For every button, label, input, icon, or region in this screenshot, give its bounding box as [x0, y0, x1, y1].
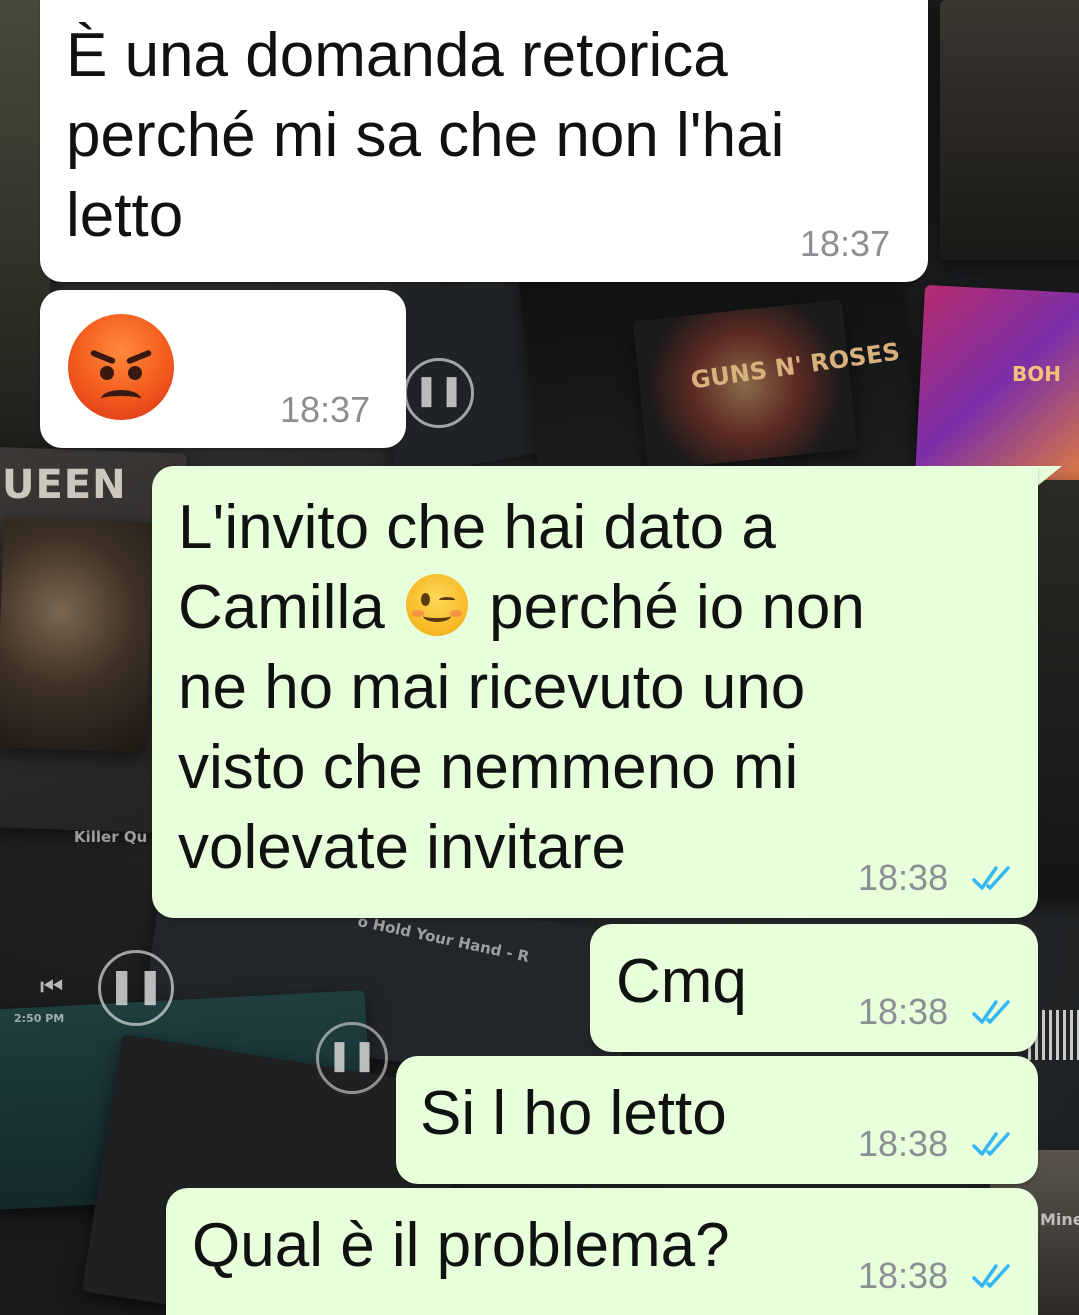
winking-face-icon [405, 574, 468, 636]
message-bubble-incoming[interactable]: È una domanda retorica perché mi sa che … [40, 0, 928, 282]
wallpaper-text: Mine [1040, 1210, 1079, 1229]
read-receipt-icon [972, 866, 1010, 890]
message-text: L'invito che hai dato a Camilla perché i… [178, 488, 1018, 888]
message-text: Cmq [616, 947, 747, 1016]
pause-icon: ❚❚ [316, 1022, 388, 1094]
message-time: 18:38 [858, 1123, 949, 1164]
message-text: È una domanda retorica perché mi sa che … [66, 21, 785, 250]
read-receipt-icon [972, 1132, 1010, 1156]
wallpaper-text: Killer Qu [74, 828, 148, 846]
wallpaper-text: 2:50 PM [14, 1012, 65, 1025]
message-time: 18:37 [280, 389, 371, 430]
angry-face-icon [68, 314, 174, 420]
message-text: Qual è il problema? [192, 1211, 730, 1280]
previous-track-icon: ⏮ [40, 972, 64, 1002]
message-bubble-outgoing[interactable]: Si l ho letto 18:38 [396, 1056, 1038, 1184]
message-bubble-outgoing[interactable]: Cmq 18:38 [590, 924, 1038, 1052]
read-receipt-icon [972, 1000, 1010, 1024]
message-time: 18:38 [858, 857, 949, 898]
pause-icon: ❚❚ [98, 950, 174, 1026]
wallpaper-album-art [0, 517, 154, 753]
message-time: 18:37 [800, 223, 891, 264]
message-time: 18:38 [858, 1255, 949, 1296]
message-text: Si l ho letto [420, 1079, 727, 1148]
message-bubble-outgoing[interactable]: Qual è il problema? 18:38 [166, 1188, 1038, 1315]
message-time: 18:38 [858, 991, 949, 1032]
wallpaper-text: BOH [1012, 362, 1061, 386]
message-bubble-outgoing[interactable]: L'invito che hai dato a Camilla perché i… [152, 466, 1038, 918]
pause-icon: ❚❚ [404, 358, 474, 428]
wallpaper-album-tile [940, 0, 1079, 260]
read-receipt-icon [972, 1264, 1010, 1288]
wallpaper-text: UEEN [2, 462, 127, 508]
